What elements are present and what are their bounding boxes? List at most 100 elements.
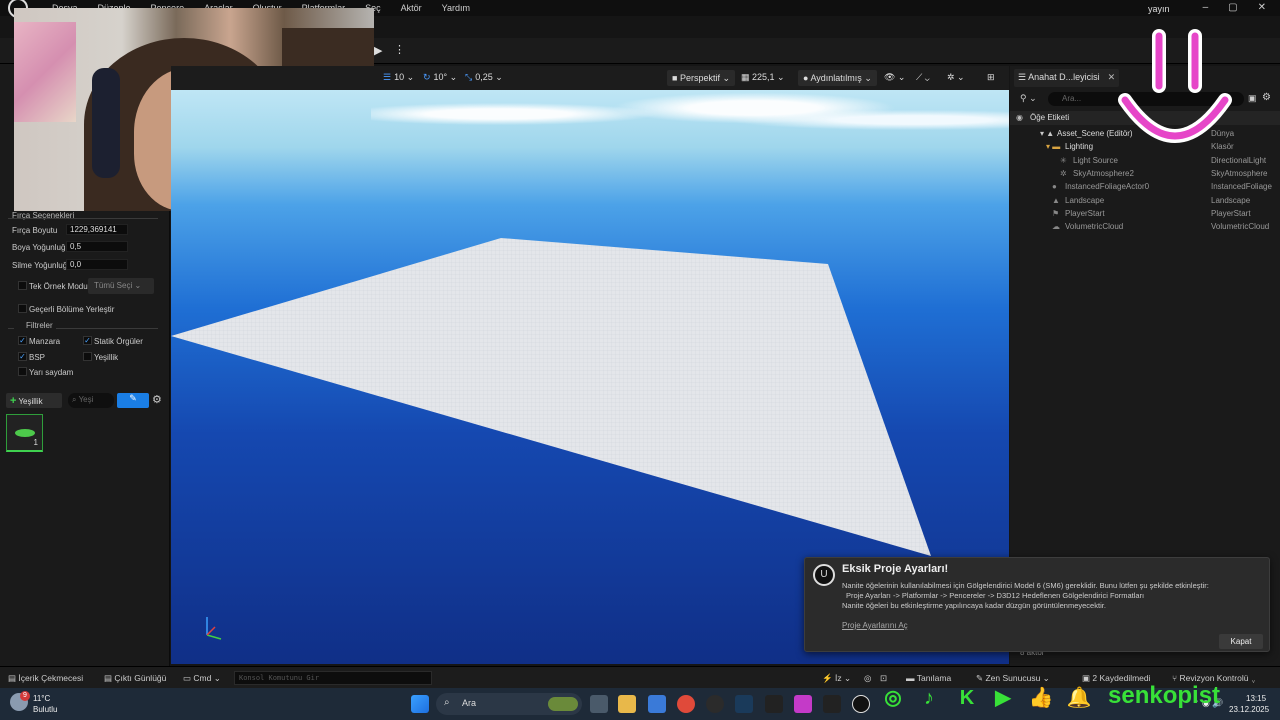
- notification-line-3: Nanite öğeleri bu etkinleştirme yapılınc…: [842, 601, 1106, 610]
- outliner-row-name: SkyAtmosphere2: [1073, 169, 1134, 178]
- realtime-icon[interactable]: ⟋ ⌄: [916, 72, 930, 83]
- foliage-type-tile[interactable]: 1: [6, 414, 43, 452]
- single-instance-checkbox[interactable]: [18, 281, 27, 290]
- trace-dropdown[interactable]: ⚡ İz ⌄: [822, 673, 851, 684]
- layout-icon[interactable]: ⊞: [987, 72, 995, 83]
- like-icon: 👍: [1028, 687, 1054, 709]
- foliage-thumbnail-icon: [15, 429, 35, 437]
- content-drawer-label: İçerik Çekmecesi: [18, 673, 84, 683]
- steam-icon[interactable]: [735, 695, 753, 713]
- fov-control[interactable]: ▦ 225,1 ⌄: [741, 72, 785, 83]
- weather-badge: 9: [20, 691, 30, 701]
- outliner-row[interactable]: ☁ VolumetricCloud VolumetricCloud: [1010, 220, 1280, 233]
- taskbar-search[interactable]: ⌕ Ara: [436, 693, 582, 715]
- filter-foliage-label: Yeşillik: [94, 353, 119, 362]
- menu-actor[interactable]: Aktör: [401, 3, 422, 13]
- filter-icon[interactable]: ⚲ ⌄: [1020, 93, 1037, 104]
- paint-density-field[interactable]: 0,5: [66, 241, 128, 252]
- open-project-settings-link[interactable]: Proje Ayarlarını Aç: [842, 621, 908, 630]
- paint-brush-button[interactable]: ✎: [117, 393, 149, 408]
- outliner-row[interactable]: ● InstancedFoliageActor0 InstancedFoliag…: [1010, 180, 1280, 193]
- add-folder-icon[interactable]: ▣: [1248, 93, 1257, 104]
- cmd-label: Cmd: [193, 673, 212, 683]
- outliner-row-type: VolumetricCloud: [1211, 222, 1270, 231]
- filter-static-mesh-checkbox[interactable]: ✓: [83, 336, 92, 345]
- brush-icon: ✎: [129, 393, 137, 403]
- grid-snap-toggle[interactable]: ☰ 10 ⌄: [383, 72, 414, 83]
- fov-icon: ▦: [741, 72, 753, 82]
- outliner-row-name: InstancedFoliageActor0: [1065, 182, 1150, 191]
- rotation-snap-toggle[interactable]: ↻ 10° ⌄: [423, 72, 457, 83]
- epic-games-icon[interactable]: [765, 695, 783, 713]
- missing-settings-notification: U Eksik Proje Ayarları! Nanite öğelerini…: [804, 557, 1270, 652]
- brand-name: senkopist: [1108, 682, 1221, 709]
- weather-temp: 11°C: [33, 694, 51, 703]
- filter-bsp-label: BSP: [29, 353, 46, 362]
- scale-snap-toggle[interactable]: ⤡ 0,25 ⌄: [465, 72, 503, 83]
- outliner-row-type: Landscape: [1211, 196, 1251, 205]
- gear-icon[interactable]: ⚙: [1262, 92, 1271, 103]
- chrome-icon[interactable]: [677, 695, 695, 713]
- store-icon[interactable]: [648, 695, 666, 713]
- lighting-dropdown[interactable]: ● Aydınlatılmış ⌄: [798, 70, 877, 86]
- outliner-row[interactable]: ✲ SkyAtmosphere2 SkyAtmosphere: [1010, 167, 1280, 180]
- scale-snap-value: 0,25: [475, 72, 493, 82]
- close-window-button[interactable]: ✕: [1258, 2, 1266, 13]
- unreal-editor-icon[interactable]: [852, 695, 870, 713]
- select-all-dropdown[interactable]: Tümü Seçi ⌄: [88, 278, 154, 294]
- axis-gizmo-icon: [206, 617, 222, 640]
- search-highlight-icon: [548, 697, 578, 711]
- more-options-icon[interactable]: ⋮: [394, 43, 405, 56]
- cmd-dropdown[interactable]: ▭ Cmd ⌄: [183, 673, 221, 684]
- terminal-icon: ▭: [183, 673, 194, 683]
- outliner-row-name: Landscape: [1065, 196, 1105, 205]
- add-foliage-button[interactable]: + Yeşillik: [6, 393, 62, 408]
- trace-label: İz: [834, 673, 842, 683]
- console-command-input[interactable]: Konsol Komutunu Gir: [234, 671, 432, 685]
- task-view-icon[interactable]: [590, 695, 608, 713]
- notification-body: Nanite öğelerinin kullanılabilmesi için …: [842, 581, 1262, 611]
- rotate-icon: ↻: [423, 72, 431, 82]
- foliage-search-placeholder: Yeşi: [78, 395, 94, 404]
- minimize-button[interactable]: –: [1203, 2, 1209, 13]
- filter-translucent-checkbox[interactable]: [18, 367, 27, 376]
- content-drawer-icon: ▤: [8, 673, 19, 683]
- epic-launcher-icon[interactable]: [823, 695, 841, 713]
- search-icon: ⌕: [444, 697, 450, 708]
- filter-foliage-checkbox[interactable]: [83, 352, 92, 361]
- close-notification-button[interactable]: Kapat: [1219, 634, 1263, 649]
- outliner-row-name: Lighting: [1065, 142, 1094, 151]
- windows-start-icon[interactable]: [411, 695, 429, 713]
- obs-icon[interactable]: [706, 695, 724, 713]
- cloud-icon: ☁: [1052, 222, 1060, 231]
- place-in-level-checkbox[interactable]: [18, 304, 27, 313]
- outliner-row[interactable]: ▲ Landscape Landscape: [1010, 194, 1280, 207]
- eye-icon[interactable]: ◉: [1016, 113, 1023, 122]
- maximize-button[interactable]: ▢: [1228, 2, 1237, 13]
- brush-size-field[interactable]: 1229,369141: [66, 224, 128, 235]
- show-flags-icon[interactable]: 👁 ⌄: [884, 72, 905, 83]
- menu-help[interactable]: Yardım: [442, 3, 470, 13]
- filter-landscape-checkbox[interactable]: ✓: [18, 336, 27, 345]
- view-mode-dropdown[interactable]: ■ Perspektif ⌄: [667, 70, 736, 86]
- filter-bsp-checkbox[interactable]: ✓: [18, 352, 27, 361]
- row-expand-icon[interactable]: ▾ ▲: [1040, 127, 1054, 140]
- content-drawer-button[interactable]: ▤ İçerik Çekmecesi: [8, 673, 83, 684]
- outliner-tab[interactable]: ☰ Anahat D...leyicisi ✕: [1014, 69, 1120, 87]
- record-icon[interactable]: ◎: [864, 673, 871, 684]
- play-icon[interactable]: ▶: [374, 44, 382, 57]
- lighting-label: Aydınlatılmış: [810, 73, 862, 83]
- file-explorer-icon[interactable]: [618, 695, 636, 713]
- weather-desc: Bulutlu: [33, 705, 58, 714]
- fov-value: 225,1: [752, 72, 775, 82]
- app-icon[interactable]: [794, 695, 812, 713]
- outliner-row[interactable]: ⚑ PlayerStart PlayerStart: [1010, 207, 1280, 220]
- erase-density-label: Silme Yoğunluğ: [12, 261, 68, 270]
- outliner-row-type: PlayerStart: [1211, 209, 1251, 218]
- gear-icon[interactable]: ⚙: [152, 393, 162, 406]
- foliage-search-input[interactable]: ⌕ Yeşi: [68, 393, 114, 408]
- settings-icon[interactable]: ✲ ⌄: [947, 72, 965, 83]
- erase-density-field[interactable]: 0,0: [66, 259, 128, 270]
- wall-poster: [14, 22, 76, 122]
- output-log-button[interactable]: ▤ Çıktı Günlüğü: [104, 673, 166, 684]
